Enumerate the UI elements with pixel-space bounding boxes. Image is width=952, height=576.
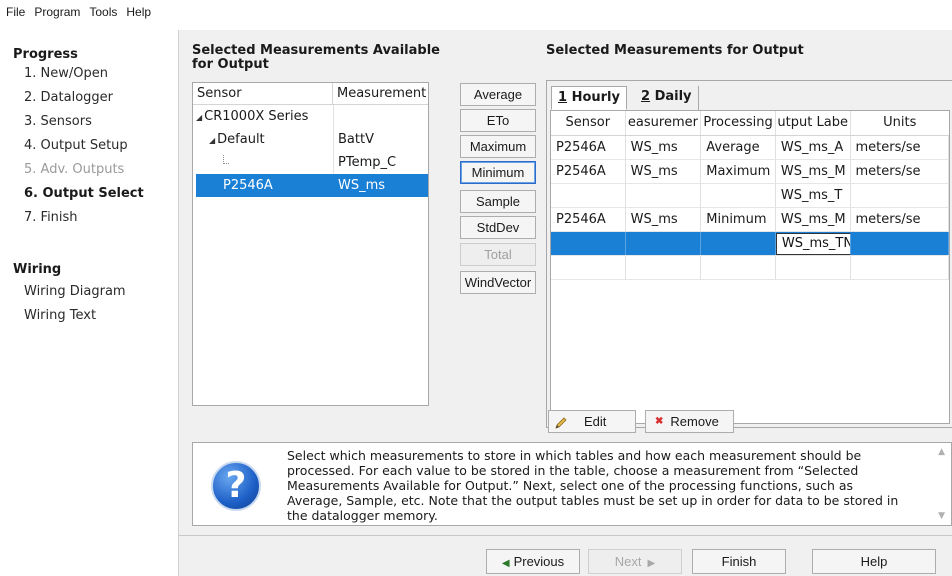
sample-button[interactable]: Sample <box>460 190 536 213</box>
progress-step-finish[interactable]: 7. Finish <box>0 206 172 230</box>
col-header[interactable]: Sensor <box>551 111 626 135</box>
maximum-button[interactable]: Maximum <box>460 135 536 158</box>
table-row[interactable]: P2546A WS_ms Average WS_ms_A meters/se <box>551 136 949 160</box>
menu-file[interactable]: File <box>6 5 25 19</box>
total-button: Total <box>460 243 536 266</box>
help-button[interactable]: Help <box>812 549 936 574</box>
menu-bar: File Program Tools Help <box>0 0 952 30</box>
tree-row[interactable]: ◢ CR1000X Series <box>193 105 428 128</box>
progress-step-output-select[interactable]: 6. Output Select <box>0 182 172 206</box>
output-tabs-panel: 1 Hourly 2 Daily Sensor easuremer Proces… <box>546 80 952 428</box>
col-measurement-header[interactable]: Measurement <box>333 83 428 104</box>
collapse-arrow-icon[interactable]: ◢ <box>209 136 215 145</box>
output-grid[interactable]: Sensor easuremer Processing utput Labe U… <box>550 110 950 424</box>
menu-tools[interactable]: Tools <box>89 5 117 19</box>
previous-button[interactable]: ◀ Previous <box>486 549 580 574</box>
col-header[interactable]: Units <box>851 111 950 135</box>
table-row-selected[interactable]: WS_ms_TN <box>551 232 949 256</box>
output-title: Selected Measurements for Output <box>546 43 804 58</box>
remove-button[interactable]: ✖ Remove <box>645 410 734 433</box>
edit-button[interactable]: Edit <box>548 410 636 433</box>
progress-step-adv-outputs: 5. Adv. Outputs <box>24 162 125 177</box>
tree-row-selected[interactable]: P2546A WS_ms <box>193 174 428 197</box>
output-label-edit-field[interactable]: WS_ms_TN <box>775 233 851 255</box>
tree-row[interactable]: PTemp_C <box>193 151 428 174</box>
progress-step-output-setup[interactable]: 4. Output Setup <box>0 134 172 158</box>
available-header: Sensor Measurement <box>193 83 428 105</box>
windvector-button[interactable]: WindVector <box>460 271 536 294</box>
tree-connector-icon <box>223 155 229 164</box>
tree-row[interactable]: ◢ Default BattV <box>193 128 428 151</box>
table-row[interactable]: P2546A WS_ms Minimum WS_ms_M meters/se <box>551 208 949 232</box>
main-panel: Selected Measurements Available for Outp… <box>178 30 952 576</box>
next-button: Next ▶ <box>588 549 682 574</box>
menu-help[interactable]: Help <box>126 5 151 19</box>
available-measurements-tree[interactable]: Sensor Measurement ◢ CR1000X Series ◢ Defa… <box>192 82 429 406</box>
help-panel: ? Select which measurements to store in … <box>192 442 952 526</box>
progress-heading: Progress <box>13 47 78 62</box>
stddev-button[interactable]: StdDev <box>460 216 536 239</box>
scroll-up-icon[interactable]: ▲ <box>938 447 945 457</box>
output-grid-header: Sensor easuremer Processing utput Labe U… <box>551 111 949 136</box>
wiring-text-link[interactable]: Wiring Text <box>0 304 172 328</box>
menu-program[interactable]: Program <box>34 5 80 19</box>
table-row[interactable] <box>551 256 949 280</box>
scroll-down-icon[interactable]: ▼ <box>938 511 945 521</box>
col-header[interactable]: easuremer <box>626 111 702 135</box>
wiring-heading: Wiring <box>13 262 62 277</box>
table-row[interactable]: WS_ms_T <box>551 184 949 208</box>
col-header[interactable]: utput Labe <box>776 111 851 135</box>
eto-button[interactable]: ETo <box>460 109 536 132</box>
red-x-icon: ✖ <box>655 416 664 427</box>
progress-step-new-open[interactable]: 1. New/Open <box>0 64 172 86</box>
question-mark-circle-icon: ? <box>211 461 261 511</box>
available-title: Selected Measurements Available for Outp… <box>192 43 440 72</box>
minimum-button[interactable]: Minimum <box>460 161 536 184</box>
col-header[interactable]: Processing <box>701 111 776 135</box>
tab-hourly[interactable]: 1 Hourly <box>551 86 627 110</box>
average-button[interactable]: Average <box>460 83 536 106</box>
arrow-left-icon: ◀ <box>501 558 510 569</box>
table-row[interactable]: P2546A WS_ms Maximum WS_ms_M meters/se <box>551 160 949 184</box>
progress-step-sensors[interactable]: 3. Sensors <box>0 110 172 134</box>
progress-step-datalogger[interactable]: 2. Datalogger <box>0 86 172 110</box>
divider <box>179 535 952 536</box>
wiring-diagram-link[interactable]: Wiring Diagram <box>0 280 172 304</box>
help-text: Select which measurements to store in wh… <box>287 448 899 523</box>
tab-daily[interactable]: 2 Daily <box>635 86 699 110</box>
pencil-icon <box>554 415 568 429</box>
arrow-right-icon: ▶ <box>647 558 656 569</box>
col-sensor-header[interactable]: Sensor <box>193 83 333 104</box>
progress-panel: Progress 1. New/Open 2. Datalogger 3. Se… <box>0 30 172 576</box>
finish-button[interactable]: Finish <box>692 549 786 574</box>
collapse-arrow-icon[interactable]: ◢ <box>196 113 202 122</box>
